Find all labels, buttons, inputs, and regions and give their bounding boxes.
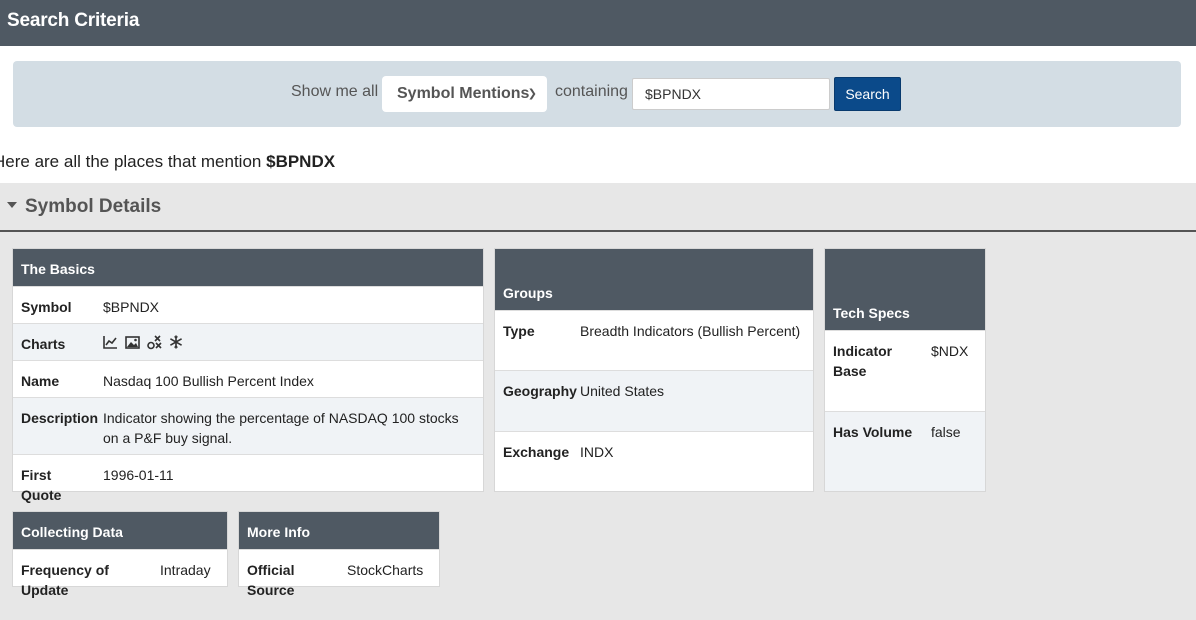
- search-form: Show me all Symbol Mentions ❯ containing…: [13, 61, 1181, 127]
- more-info-card-title: More Info: [239, 512, 439, 549]
- line-chart-icon[interactable]: [103, 335, 118, 349]
- image-chart-icon[interactable]: [125, 335, 140, 349]
- search-criteria-header: Search Criteria: [0, 0, 1196, 46]
- mention-summary: Here are all the places that mention $BP…: [0, 152, 335, 172]
- groups-row-exchange: Exchange INDX: [495, 431, 813, 491]
- basics-row-symbol: Symbol $BPNDX: [13, 286, 483, 323]
- basics-card-title: The Basics: [13, 249, 483, 286]
- show-me-all-label: Show me all: [291, 83, 379, 100]
- containing-label: containing: [555, 83, 628, 100]
- symbol-details-panel: Symbol Details The Basics Symbol $BPNDX …: [0, 183, 1196, 620]
- basics-row-charts: Charts: [13, 323, 483, 360]
- pnf-chart-icon[interactable]: [147, 334, 162, 350]
- basics-row-first-quote: First Quote 1996-01-11: [13, 454, 483, 503]
- mention-type-select[interactable]: Symbol Mentions ❯: [382, 76, 547, 112]
- collecting-data-card: Collecting Data Frequency of Update Intr…: [12, 511, 228, 598]
- search-button[interactable]: Search: [834, 77, 901, 111]
- collecting-data-card-title: Collecting Data: [13, 512, 227, 549]
- chevron-down-icon: ❯: [527, 88, 537, 100]
- basics-row-description: Description Indicator showing the percen…: [13, 397, 483, 454]
- mention-symbol: $BPNDX: [266, 152, 336, 171]
- more-info-card: More Info Official Source StockCharts: [238, 511, 440, 598]
- chart-icons: [103, 324, 183, 360]
- more-info-row-source: Official Source StockCharts: [239, 549, 439, 598]
- page-title: Search Criteria: [7, 10, 140, 31]
- tech-row-has-volume: Has Volume false: [825, 411, 985, 491]
- groups-row-geography: Geography United States: [495, 370, 813, 431]
- caret-down-icon: [7, 201, 17, 208]
- mention-type-value: Symbol Mentions: [397, 85, 530, 102]
- groups-card: Groups Type Breadth Indicators (Bullish …: [494, 248, 814, 492]
- seasonality-icon[interactable]: [169, 335, 183, 349]
- groups-row-type: Type Breadth Indicators (Bullish Percent…: [495, 310, 813, 370]
- basics-card: The Basics Symbol $BPNDX Charts Name Nas…: [12, 248, 484, 503]
- tech-specs-card-title: Tech Specs: [825, 249, 985, 330]
- search-input[interactable]: [632, 78, 830, 110]
- tech-row-indicator-base: Indicator Base $NDX: [825, 330, 985, 411]
- symbol-details-toggle[interactable]: Symbol Details: [0, 183, 1196, 232]
- collecting-row-frequency: Frequency of Update Intraday: [13, 549, 227, 598]
- tech-specs-card: Tech Specs Indicator Base $NDX Has Volum…: [824, 248, 986, 492]
- groups-card-title: Groups: [495, 249, 813, 310]
- mention-prefix: Here are all the places that mention: [0, 152, 262, 171]
- symbol-details-title: Symbol Details: [25, 196, 162, 217]
- basics-row-name: Name Nasdaq 100 Bullish Percent Index: [13, 360, 483, 397]
